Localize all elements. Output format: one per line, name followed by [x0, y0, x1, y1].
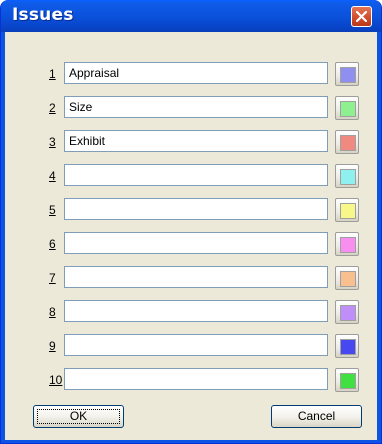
close-button[interactable]	[351, 6, 372, 27]
close-icon	[356, 11, 367, 22]
color-swatch	[340, 305, 356, 321]
issue-number-label: 1	[49, 67, 56, 81]
ok-button[interactable]: OK	[33, 405, 124, 428]
issue-row: 6	[5, 230, 377, 258]
issues-dialog: Issues 1 Appraisal 2 Size 3 Exhibit 4 5 6 7 8 9 10 O…	[0, 0, 382, 444]
color-picker-button[interactable]	[335, 300, 359, 324]
color-swatch	[340, 339, 356, 355]
issue-name-field[interactable]: Appraisal	[64, 62, 328, 84]
color-swatch	[340, 135, 356, 151]
cancel-button[interactable]: Cancel	[271, 405, 362, 428]
cancel-button-label: Cancel	[297, 409, 336, 423]
issue-name-field[interactable]	[64, 266, 328, 288]
issue-row: 9	[5, 332, 377, 360]
color-swatch	[340, 101, 356, 117]
color-swatch	[340, 67, 356, 83]
color-picker-button[interactable]	[335, 62, 359, 86]
issue-number-label: 6	[49, 237, 56, 251]
issue-name-field[interactable]: Size	[64, 96, 328, 118]
issue-row: 8	[5, 298, 377, 326]
color-picker-button[interactable]	[335, 232, 359, 256]
issue-row: 1 Appraisal	[5, 60, 377, 88]
color-swatch	[340, 203, 356, 219]
issue-row: 7	[5, 264, 377, 292]
color-swatch	[340, 237, 356, 253]
issue-row: 10	[5, 366, 377, 394]
color-picker-button[interactable]	[335, 368, 359, 392]
issue-row: 3 Exhibit	[5, 128, 377, 156]
color-swatch	[340, 169, 356, 185]
title-bar[interactable]: Issues	[1, 0, 381, 32]
issue-name-field[interactable]	[64, 164, 328, 186]
color-picker-button[interactable]	[335, 96, 359, 120]
color-picker-button[interactable]	[335, 198, 359, 222]
issue-number-label: 5	[49, 203, 56, 217]
color-swatch	[340, 271, 356, 287]
color-picker-button[interactable]	[335, 266, 359, 290]
issue-number-label: 9	[49, 339, 56, 353]
issue-number-label: 7	[49, 271, 56, 285]
dialog-body: 1 Appraisal 2 Size 3 Exhibit 4 5 6 7 8 9 10 OK Cance…	[5, 32, 377, 440]
color-picker-button[interactable]	[335, 334, 359, 358]
issue-name-field[interactable]: Exhibit	[64, 130, 328, 152]
issue-name-field[interactable]	[64, 300, 328, 322]
issue-row: 4	[5, 162, 377, 190]
issue-row: 5	[5, 196, 377, 224]
ok-button-label: OK	[69, 409, 88, 423]
color-swatch	[340, 373, 356, 389]
color-picker-button[interactable]	[335, 130, 359, 154]
issue-name-field[interactable]	[64, 334, 328, 356]
issue-number-label: 10	[49, 373, 63, 387]
color-picker-button[interactable]	[335, 164, 359, 188]
issue-row: 2 Size	[5, 94, 377, 122]
issue-number-label: 3	[49, 135, 56, 149]
issue-number-label: 4	[49, 169, 56, 183]
issue-name-field[interactable]	[64, 232, 328, 254]
dialog-title: Issues	[12, 5, 74, 25]
issue-name-field[interactable]	[64, 198, 328, 220]
issue-number-label: 8	[49, 305, 56, 319]
issue-name-field[interactable]	[64, 368, 328, 390]
issue-number-label: 2	[49, 101, 56, 115]
